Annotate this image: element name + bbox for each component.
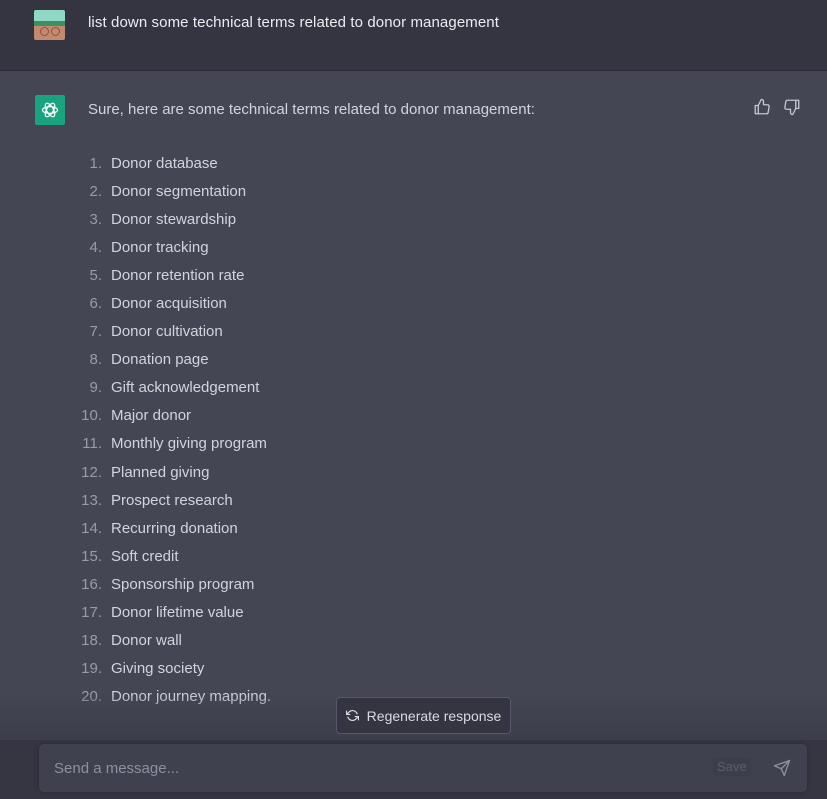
list-item-text: Giving society	[111, 660, 205, 678]
list-item: 15. Soft credit	[72, 542, 271, 570]
list-item-text: Donor stewardship	[111, 210, 237, 228]
user-message-row: list down some technical terms related t…	[0, 0, 827, 71]
list-item-number: 19.	[81, 660, 102, 678]
refresh-icon	[345, 709, 359, 722]
list-item: 6. Donor acquisition	[72, 289, 271, 317]
list-item: 10. Major donor	[72, 402, 271, 430]
list-item: 5. Donor retention rate	[72, 261, 271, 289]
list-item-number: 1.	[89, 154, 102, 172]
list-item-number: 3.	[89, 210, 102, 228]
list-item-text: Donor acquisition	[111, 295, 227, 313]
list-item: 4. Donor tracking	[72, 233, 271, 261]
feedback-buttons	[753, 98, 801, 116]
list-item-text: Donor cultivation	[111, 323, 223, 341]
list-item-number: 12.	[81, 463, 102, 481]
list-item-number: 18.	[81, 632, 102, 650]
list-item-number: 6.	[89, 295, 102, 313]
list-item: 16. Sponsorship program	[72, 570, 271, 598]
list-item-text: Sponsorship program	[111, 575, 255, 593]
user-message-text: list down some technical terms related t…	[88, 14, 500, 31]
list-item-number: 7.	[89, 323, 102, 341]
assistant-message-row: Sure, here are some technical terms rela…	[0, 72, 827, 740]
save-button[interactable]: Save	[713, 757, 751, 776]
user-avatar	[34, 10, 65, 40]
list-item-number: 9.	[89, 379, 102, 397]
list-item: 11. Monthly giving program	[72, 430, 271, 458]
list-item: 12. Planned giving	[72, 458, 271, 486]
list-item-text: Donor database	[111, 154, 218, 172]
openai-logo-icon	[35, 95, 65, 125]
list-item: 1. Donor database	[72, 149, 271, 177]
regenerate-response-button[interactable]: Regenerate response	[336, 697, 511, 734]
list-item: 8. Donation page	[72, 346, 271, 374]
list-item: 9. Gift acknowledgement	[72, 374, 271, 402]
list-item-text: Planned giving	[111, 463, 210, 481]
list-item-text: Donor lifetime value	[111, 604, 244, 622]
list-item-text: Recurring donation	[111, 519, 238, 537]
list-item-text: Soft credit	[111, 547, 179, 565]
thumbs-down-icon[interactable]	[783, 98, 801, 116]
list-item: 7. Donor cultivation	[72, 318, 271, 346]
list-item-text: Prospect research	[111, 491, 233, 509]
list-item-number: 15.	[81, 547, 102, 565]
send-icon[interactable]	[773, 759, 791, 777]
list-item-number: 11.	[82, 435, 102, 453]
list-item: 18. Donor wall	[72, 627, 271, 655]
list-item-number: 8.	[89, 351, 102, 369]
list-item-text: Major donor	[111, 407, 192, 425]
list-item-text: Donor wall	[111, 632, 182, 650]
list-item-number: 2.	[89, 182, 102, 200]
list-item-number: 5.	[89, 266, 102, 284]
list-item-text: Donor tracking	[111, 238, 209, 256]
list-item-text: Donor segmentation	[111, 182, 247, 200]
list-item: 14. Recurring donation	[72, 514, 271, 542]
list-item-number: 13.	[81, 491, 102, 509]
list-item: 13. Prospect research	[72, 486, 271, 514]
list-item-text: Gift acknowledgement	[111, 379, 260, 397]
list-item-number: 10.	[81, 407, 102, 425]
assistant-intro-text: Sure, here are some technical terms rela…	[88, 101, 535, 118]
list-item-number: 17.	[81, 604, 102, 622]
list-item-text: Monthly giving program	[111, 435, 267, 453]
list-item: 3. Donor stewardship	[72, 205, 271, 233]
composer-box: Save	[39, 744, 807, 792]
list-item-text: Donation page	[111, 351, 209, 369]
list-item: 19. Giving society	[72, 655, 271, 683]
thumbs-up-icon[interactable]	[753, 98, 771, 116]
terms-list: 1. Donor database 2. Donor segmentation 3.…	[72, 149, 271, 711]
list-item-number: 14.	[81, 519, 102, 537]
composer-bar: Save	[0, 740, 827, 799]
message-input[interactable]	[54, 744, 674, 792]
list-item-text: Donor retention rate	[111, 266, 245, 284]
regenerate-label: Regenerate response	[366, 707, 502, 724]
list-item-number: 16.	[81, 575, 102, 593]
list-item: 17. Donor lifetime value	[72, 599, 271, 627]
list-item-number: 4.	[89, 238, 102, 256]
list-item: 2. Donor segmentation	[72, 177, 271, 205]
